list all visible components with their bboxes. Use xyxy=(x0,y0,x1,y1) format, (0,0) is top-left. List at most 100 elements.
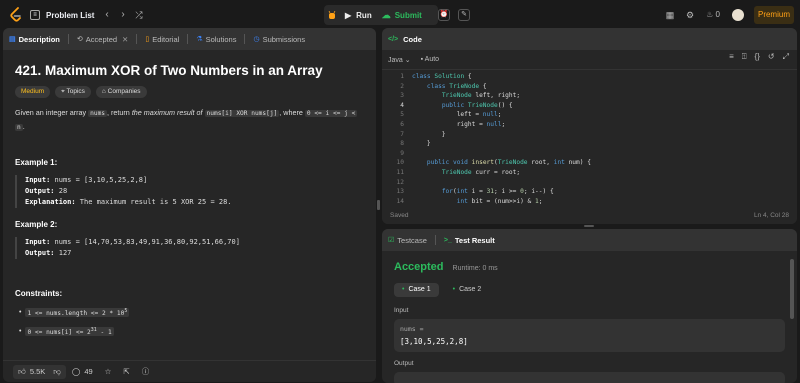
line-number: 5 xyxy=(400,111,404,119)
alarm-icon[interactable]: ⏰ xyxy=(438,9,450,21)
input-label: Input: xyxy=(25,176,51,184)
input-box: nums = [3,10,5,25,2,8] xyxy=(394,319,785,352)
example-heading: Example 2: xyxy=(15,220,58,229)
comment-count: 49 xyxy=(84,367,93,376)
tab-test-result[interactable]: >_ Test Result xyxy=(444,236,495,245)
expand-icon[interactable]: ⤢ xyxy=(783,52,789,62)
result-header: Accepted Runtime: 0 ms xyxy=(394,261,785,273)
clock-icon: ◷ xyxy=(253,36,260,43)
case-1-tab[interactable]: • Case 1 xyxy=(394,283,439,297)
thumbs-down-icon[interactable]: 👎︎ xyxy=(53,367,61,377)
comment-icon: ◯ xyxy=(71,367,81,376)
debug-icon[interactable] xyxy=(324,5,340,25)
settings-gear-icon[interactable]: ⚙ xyxy=(682,7,698,23)
constraint-sup: 5 xyxy=(124,308,128,314)
difficulty-badge[interactable]: Medium xyxy=(15,86,51,98)
status-badge: Accepted xyxy=(394,261,444,273)
code-title: Code xyxy=(403,34,422,44)
tab-description[interactable]: ▤ Description xyxy=(9,35,60,44)
left-tabs: ▤ Description ⟲ Accepted ✕ ▯ Editorial ⚗… xyxy=(3,28,376,50)
prev-problem-icon[interactable]: ‹ xyxy=(100,7,114,23)
tab-submissions[interactable]: ◷ Submissions xyxy=(253,35,305,44)
var-name: nums = xyxy=(400,325,424,333)
horizontal-resize-handle[interactable] xyxy=(584,225,594,227)
problem-list-button[interactable]: ≡ Problem List xyxy=(30,7,94,23)
submit-button[interactable]: ☁ Submit xyxy=(377,5,427,25)
tab-editorial[interactable]: ▯ Editorial xyxy=(145,35,179,44)
code-line: TrieNode curr = root; xyxy=(441,169,521,176)
scrollbar[interactable] xyxy=(790,259,794,319)
code-panel-header: </> Code xyxy=(382,28,797,50)
help-icon[interactable]: ⓘ xyxy=(142,366,150,377)
runtime-text: Runtime: 0 ms xyxy=(452,265,498,272)
line-number: 2 xyxy=(400,82,404,90)
case-2-tab[interactable]: • Case 2 xyxy=(445,283,490,297)
cursor-position: Ln 4, Col 28 xyxy=(753,211,789,219)
top-bar: ≡ Problem List ‹ › ⤮ ▶ Run ☁ Submit ⏰ ✎ … xyxy=(0,0,800,30)
stmt-text: . xyxy=(22,122,25,131)
tab-testcase[interactable]: ☑ Testcase xyxy=(388,236,427,245)
constraint-text: 1 <= nums.length <= 2 * 10 xyxy=(27,310,125,318)
case-1-label: Case 1 xyxy=(408,286,431,293)
avatar[interactable] xyxy=(732,9,744,21)
star-icon[interactable]: ☆ xyxy=(105,367,112,376)
premium-button[interactable]: Premium xyxy=(754,6,794,24)
code-panel: </> Code Java ⌄ ▪ Auto ≡ ⍐ {} ↺ ⤢ 1 2 3 … xyxy=(382,28,797,224)
bullet: • xyxy=(19,328,22,336)
companies-button[interactable]: ⌂ Companies xyxy=(95,86,147,98)
mode-select[interactable]: ▪ Auto xyxy=(421,56,439,63)
line-number: 6 xyxy=(400,121,404,128)
submit-label: Submit xyxy=(394,10,422,20)
tab-solutions[interactable]: ⚗ Solutions xyxy=(196,35,236,44)
like-button[interactable]: 👍︎ 5.5K 👎︎ xyxy=(13,364,66,379)
code-line: public void insert(TrieNode root, int nu… xyxy=(426,159,591,167)
mode-label: Auto xyxy=(424,56,440,63)
editor-actions: ≡ ⍐ {} ↺ ⤢ xyxy=(721,52,789,62)
code-line: public TrieNode() { xyxy=(441,101,513,109)
vertical-resize-handle[interactable] xyxy=(377,200,380,210)
language-select[interactable]: Java ⌄ xyxy=(388,56,411,64)
editor-toolbar: Java ⌄ ▪ Auto ≡ ⍐ {} ↺ ⤢ xyxy=(382,50,797,70)
leetcode-logo-icon[interactable] xyxy=(9,7,23,23)
line-number: 9 xyxy=(400,149,404,157)
explanation-label: Explanation: xyxy=(25,198,76,206)
code-line: TrieNode left, right; xyxy=(441,92,521,100)
thumbs-up-icon: 👍︎ xyxy=(18,366,26,376)
line-number: 10 xyxy=(396,159,404,167)
cloud-upload-icon: ☁ xyxy=(381,9,391,20)
reset-icon[interactable]: ↺ xyxy=(768,52,775,62)
checkbox-icon: ☑ xyxy=(388,237,395,244)
companies-label: Companies xyxy=(107,88,141,95)
code-line: int bit = (num>>i) & 1; xyxy=(456,197,543,205)
streak-counter[interactable]: ♨ 0 xyxy=(702,7,724,23)
stmt-text: Given an integer array xyxy=(15,108,87,117)
language-label: Java xyxy=(388,56,403,64)
inline-code: n xyxy=(15,124,23,131)
code-editor[interactable]: 1 2 3 4 5 6 7 8 9 10 11 12 13 14 15 clas… xyxy=(382,72,797,214)
layout-grid-icon[interactable]: ▦ xyxy=(662,7,678,23)
pass-dot-icon: • xyxy=(452,286,456,293)
line-number: 1 xyxy=(400,73,404,80)
output-value: 127 xyxy=(58,249,72,257)
format-icon[interactable]: ≡ xyxy=(729,52,734,62)
like-count: 5.5K xyxy=(29,367,46,376)
next-problem-icon[interactable]: › xyxy=(116,7,130,23)
comments-button[interactable]: ◯ 49 xyxy=(72,367,93,376)
run-button[interactable]: ▶ Run xyxy=(340,5,377,25)
example-input: Input: nums = [3,10,5,25,2,8] xyxy=(25,175,364,186)
run-label: Run xyxy=(356,10,372,20)
case-2-label: Case 2 xyxy=(459,286,482,293)
share-icon[interactable]: ⇱ xyxy=(123,367,129,376)
shuffle-icon[interactable]: ⤮ xyxy=(132,7,146,23)
tab-accepted[interactable]: ⟲ Accepted ✕ xyxy=(77,35,128,44)
tab-solutions-label: Solutions xyxy=(205,34,237,44)
note-icon[interactable]: ✎ xyxy=(458,9,470,21)
output-label: Output: xyxy=(25,249,55,257)
braces-icon[interactable]: {} xyxy=(755,52,760,62)
inline-code: nums xyxy=(88,110,108,117)
topics-button[interactable]: ⌖ Topics xyxy=(55,86,91,98)
line-number: 13 xyxy=(396,188,404,196)
bookmark-icon[interactable]: ⍐ xyxy=(742,52,747,62)
close-tab-icon[interactable]: ✕ xyxy=(122,35,128,44)
topics-label: Topics xyxy=(66,88,85,95)
